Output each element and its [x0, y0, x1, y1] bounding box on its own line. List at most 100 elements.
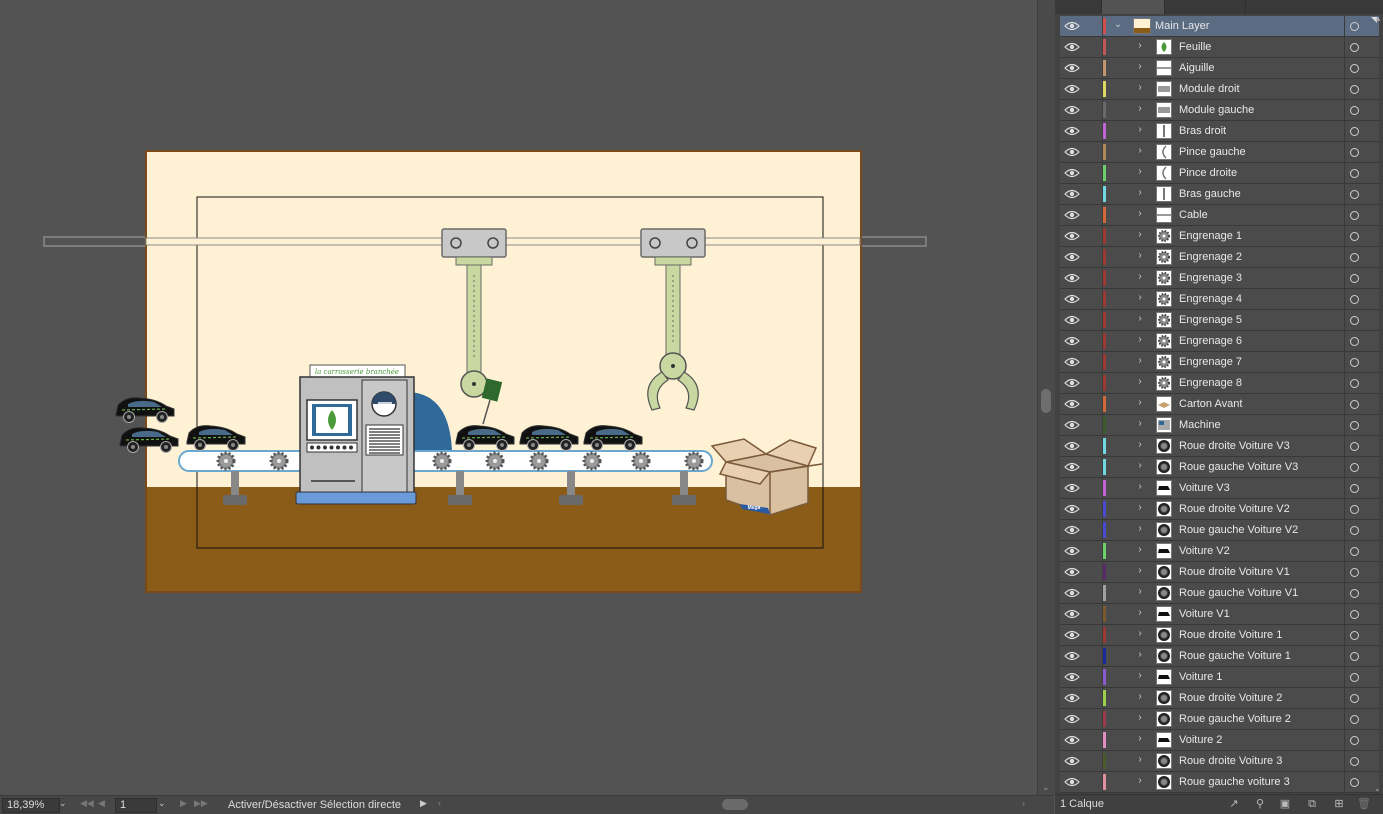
target-icon[interactable] — [1350, 316, 1359, 325]
eye-icon[interactable] — [1064, 146, 1080, 158]
lock-toggle[interactable] — [1082, 142, 1103, 162]
chevron-right-icon[interactable]: › — [1135, 733, 1145, 745]
eye-icon[interactable] — [1064, 20, 1080, 32]
eye-icon[interactable] — [1064, 83, 1080, 95]
layer-name[interactable]: Pince gauche — [1179, 145, 1246, 159]
layer-row[interactable]: › Voiture V3 — [1060, 478, 1379, 499]
lock-toggle[interactable] — [1082, 163, 1103, 183]
target-icon[interactable] — [1350, 106, 1359, 115]
eye-icon[interactable] — [1064, 251, 1080, 263]
target-icon[interactable] — [1350, 778, 1359, 787]
chevron-right-icon[interactable]: › — [1135, 103, 1145, 115]
target-icon[interactable] — [1350, 421, 1359, 430]
layer-name[interactable]: Roue gauche Voiture 1 — [1179, 649, 1291, 663]
tab-layers[interactable] — [1102, 0, 1165, 14]
chevron-right-icon[interactable]: › — [1135, 397, 1145, 409]
eye-icon[interactable] — [1064, 356, 1080, 368]
target-icon[interactable] — [1350, 211, 1359, 220]
layer-row[interactable]: › Roue droite Voiture V3 — [1060, 436, 1379, 457]
eye-icon[interactable] — [1064, 125, 1080, 137]
lock-toggle[interactable] — [1082, 184, 1103, 204]
lock-toggle[interactable] — [1082, 310, 1103, 330]
layer-name[interactable]: Engrenage 4 — [1179, 292, 1242, 306]
target-icon[interactable] — [1350, 484, 1359, 493]
layer-name[interactable]: Voiture V1 — [1179, 607, 1230, 621]
lock-toggle[interactable] — [1082, 709, 1103, 729]
target-icon[interactable] — [1350, 169, 1359, 178]
layer-name[interactable]: Voiture V2 — [1179, 544, 1230, 558]
canvas-area[interactable]: la carrosserie branchée Mega — [0, 0, 1037, 795]
target-icon[interactable] — [1350, 526, 1359, 535]
scroll-thumb[interactable] — [1041, 389, 1051, 413]
chevron-right-icon[interactable]: › — [1135, 523, 1145, 535]
target-icon[interactable] — [1350, 274, 1359, 283]
target-icon[interactable] — [1350, 652, 1359, 661]
eye-icon[interactable] — [1064, 524, 1080, 536]
layer-name[interactable]: Engrenage 3 — [1179, 271, 1242, 285]
layer-name[interactable]: Module droit — [1179, 82, 1240, 96]
layer-name[interactable]: Bras droit — [1179, 124, 1226, 138]
layer-name[interactable]: Main Layer — [1155, 19, 1209, 33]
lock-toggle[interactable] — [1082, 352, 1103, 372]
target-icon[interactable] — [1350, 127, 1359, 136]
layer-name[interactable]: Roue gauche Voiture V1 — [1179, 586, 1298, 600]
last-page-icon[interactable]: ▶▶ — [194, 798, 208, 809]
layer-name[interactable]: Roue droite Voiture V2 — [1179, 502, 1290, 516]
chevron-right-icon[interactable]: › — [1135, 187, 1145, 199]
lock-toggle[interactable] — [1082, 646, 1103, 666]
target-icon[interactable] — [1350, 337, 1359, 346]
eye-icon[interactable] — [1064, 608, 1080, 620]
prev-page-icon[interactable]: ◀ — [98, 798, 105, 809]
next-page-icon[interactable]: ▶ — [180, 798, 187, 809]
eye-icon[interactable] — [1064, 566, 1080, 578]
lock-toggle[interactable] — [1082, 751, 1103, 771]
layer-row[interactable]: › Machine — [1060, 415, 1379, 436]
eye-icon[interactable] — [1064, 314, 1080, 326]
lock-toggle[interactable] — [1082, 625, 1103, 645]
layer-row[interactable]: › Roue gauche Voiture V3 — [1060, 457, 1379, 478]
chevron-right-icon[interactable]: › — [1135, 418, 1145, 430]
layer-name[interactable]: Engrenage 1 — [1179, 229, 1242, 243]
scroll-right-icon[interactable]: › — [1022, 798, 1025, 808]
layer-row[interactable]: › Feuille — [1060, 37, 1379, 58]
new-layer-icon[interactable]: ⊞ — [1333, 798, 1345, 810]
lock-toggle[interactable] — [1082, 121, 1103, 141]
target-icon[interactable] — [1350, 610, 1359, 619]
layer-row[interactable]: › Engrenage 5 — [1060, 310, 1379, 331]
chevron-right-icon[interactable]: › — [1135, 61, 1145, 73]
layer-name[interactable]: Roue gauche Voiture 2 — [1179, 712, 1291, 726]
chevron-right-icon[interactable]: › — [1135, 775, 1145, 787]
layer-name[interactable]: Roue droite Voiture 2 — [1179, 691, 1282, 705]
eye-icon[interactable] — [1064, 671, 1080, 683]
layer-row[interactable]: › Pince gauche — [1060, 142, 1379, 163]
layer-row[interactable]: › Voiture V2 — [1060, 541, 1379, 562]
first-page-icon[interactable]: ◀◀ — [80, 798, 94, 809]
eye-icon[interactable] — [1064, 776, 1080, 788]
target-icon[interactable] — [1350, 547, 1359, 556]
chevron-right-icon[interactable]: › — [1135, 376, 1145, 388]
eye-icon[interactable] — [1064, 209, 1080, 221]
target-icon[interactable] — [1350, 694, 1359, 703]
lock-toggle[interactable] — [1082, 772, 1103, 792]
chevron-right-icon[interactable]: › — [1135, 145, 1145, 157]
lock-toggle[interactable] — [1082, 289, 1103, 309]
layer-name[interactable]: Roue droite Voiture V1 — [1179, 565, 1290, 579]
eye-icon[interactable] — [1064, 440, 1080, 452]
eye-icon[interactable] — [1064, 377, 1080, 389]
clipping-mask-icon[interactable]: ▣ — [1279, 798, 1291, 810]
layer-row[interactable]: › Module droit — [1060, 79, 1379, 100]
target-icon[interactable] — [1350, 400, 1359, 409]
layer-name[interactable]: Feuille — [1179, 40, 1211, 54]
target-icon[interactable] — [1350, 85, 1359, 94]
chevron-right-icon[interactable]: › — [1135, 481, 1145, 493]
lock-toggle[interactable] — [1082, 79, 1103, 99]
layer-name[interactable]: Roue gauche Voiture V3 — [1179, 460, 1298, 474]
target-icon[interactable] — [1350, 673, 1359, 682]
chevron-right-icon[interactable]: › — [1135, 355, 1145, 367]
eye-icon[interactable] — [1064, 461, 1080, 473]
chevron-right-icon[interactable]: › — [1135, 670, 1145, 682]
eye-icon[interactable] — [1064, 482, 1080, 494]
target-icon[interactable] — [1350, 463, 1359, 472]
eye-icon[interactable] — [1064, 398, 1080, 410]
lock-toggle[interactable] — [1082, 604, 1103, 624]
